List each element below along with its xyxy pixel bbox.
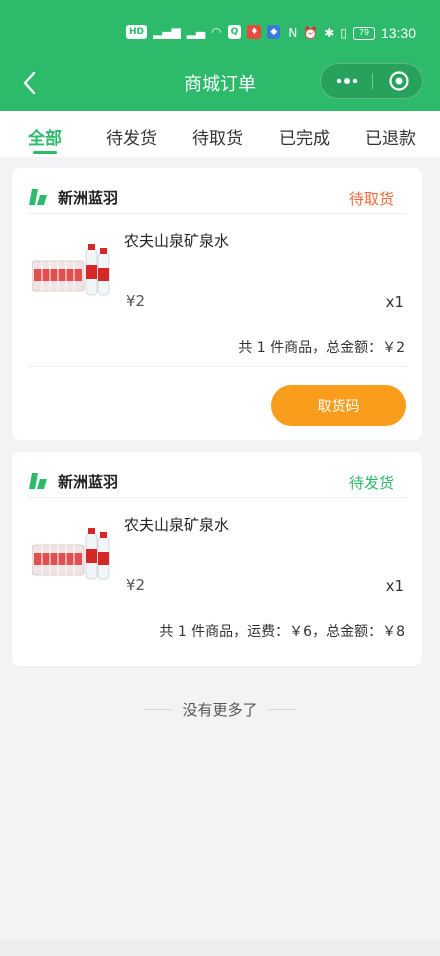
product-quantity: x1: [385, 577, 404, 595]
order-status: 待取货: [348, 190, 394, 208]
more-button[interactable]: [321, 64, 372, 98]
order-card[interactable]: 新洲蓝羽 待发货 农夫山泉矿泉水 ¥2 x1 共 1 件商品，运费：￥6，总金额…: [12, 452, 422, 666]
store-header: 新洲蓝羽: [28, 470, 118, 492]
tab-refunded[interactable]: 已退款: [365, 124, 416, 149]
status-bar: HD ▂▄▆ ▂▄ ◠ Q ♦ ◆ N ⏰ ✱ ▯ 79 13:30: [0, 20, 440, 48]
tab-to-pickup[interactable]: 待取货: [192, 124, 243, 149]
nfc-icon: N: [288, 26, 298, 40]
product-name: 农夫山泉矿泉水: [124, 516, 230, 534]
store-header: 新洲蓝羽: [28, 186, 118, 208]
order-summary: 共 1 件商品，总金额：￥2: [238, 340, 405, 356]
divider: [28, 366, 406, 367]
divider: [28, 213, 406, 214]
store-logo-icon: [29, 189, 47, 205]
target-icon: [388, 71, 409, 91]
order-summary: 共 1 件商品，运费：￥6，总金额：￥8: [159, 624, 405, 640]
red-app-icon: ♦: [247, 25, 262, 39]
divider: [28, 497, 406, 498]
more-dots-icon: [336, 78, 357, 84]
vibrate-icon: ▯: [340, 26, 347, 40]
nav-bar: 商城订单: [0, 60, 440, 104]
store-name: 新洲蓝羽: [58, 472, 119, 491]
tab-all[interactable]: 全部: [28, 124, 62, 149]
order-tabs: 全部 待发货 待取货 已完成 已退款: [0, 111, 440, 157]
close-miniprogram-button[interactable]: [373, 64, 424, 98]
bottom-bar: [0, 940, 440, 956]
shield-app-icon: ◆: [267, 25, 281, 39]
pickup-code-button[interactable]: 取货码: [271, 385, 406, 426]
signal-icon: ▂▄▆: [153, 25, 181, 39]
active-tab-indicator: [33, 151, 57, 154]
product-price: ¥2: [126, 576, 146, 594]
status-left-icons: HD ▂▄▆ ▂▄ ◠ Q ♦ ◆: [126, 25, 281, 39]
status-right-icons: N ⏰ ✱ ▯ 79 13:30: [288, 25, 416, 41]
alarm-icon: ⏰: [303, 26, 319, 40]
product-image: [32, 528, 110, 580]
product-name: 农夫山泉矿泉水: [124, 232, 230, 250]
status-time: 13:30: [380, 25, 416, 41]
hd-icon: HD: [126, 25, 148, 39]
divider: [267, 708, 296, 710]
product-price: ¥2: [126, 292, 146, 310]
store-name: 新洲蓝羽: [58, 188, 119, 207]
search-app-icon: Q: [227, 25, 242, 39]
wifi-icon: ◠: [211, 25, 222, 39]
divider: [144, 708, 173, 710]
order-status: 待发货: [348, 474, 394, 492]
no-more-indicator: 没有更多了: [0, 698, 440, 720]
miniprogram-capsule: [320, 63, 423, 99]
store-logo-icon: [29, 473, 47, 489]
bluetooth-icon: ✱: [324, 26, 335, 40]
battery-icon: 79: [352, 26, 375, 40]
tab-to-ship[interactable]: 待发货: [106, 124, 157, 149]
signal-2-icon: ▂▄: [186, 25, 206, 39]
order-card[interactable]: 新洲蓝羽 待取货 农夫山泉矿泉水 ¥2 x1 共 1 件商品，总金额：￥2 取货…: [12, 168, 422, 440]
no-more-text: 没有更多了: [182, 700, 258, 719]
product-image: [32, 244, 110, 296]
app-header: HD ▂▄▆ ▂▄ ◠ Q ♦ ◆ N ⏰ ✱ ▯ 79 13:30 商城订单: [0, 0, 440, 111]
product-quantity: x1: [385, 293, 404, 311]
tab-completed[interactable]: 已完成: [279, 124, 330, 149]
